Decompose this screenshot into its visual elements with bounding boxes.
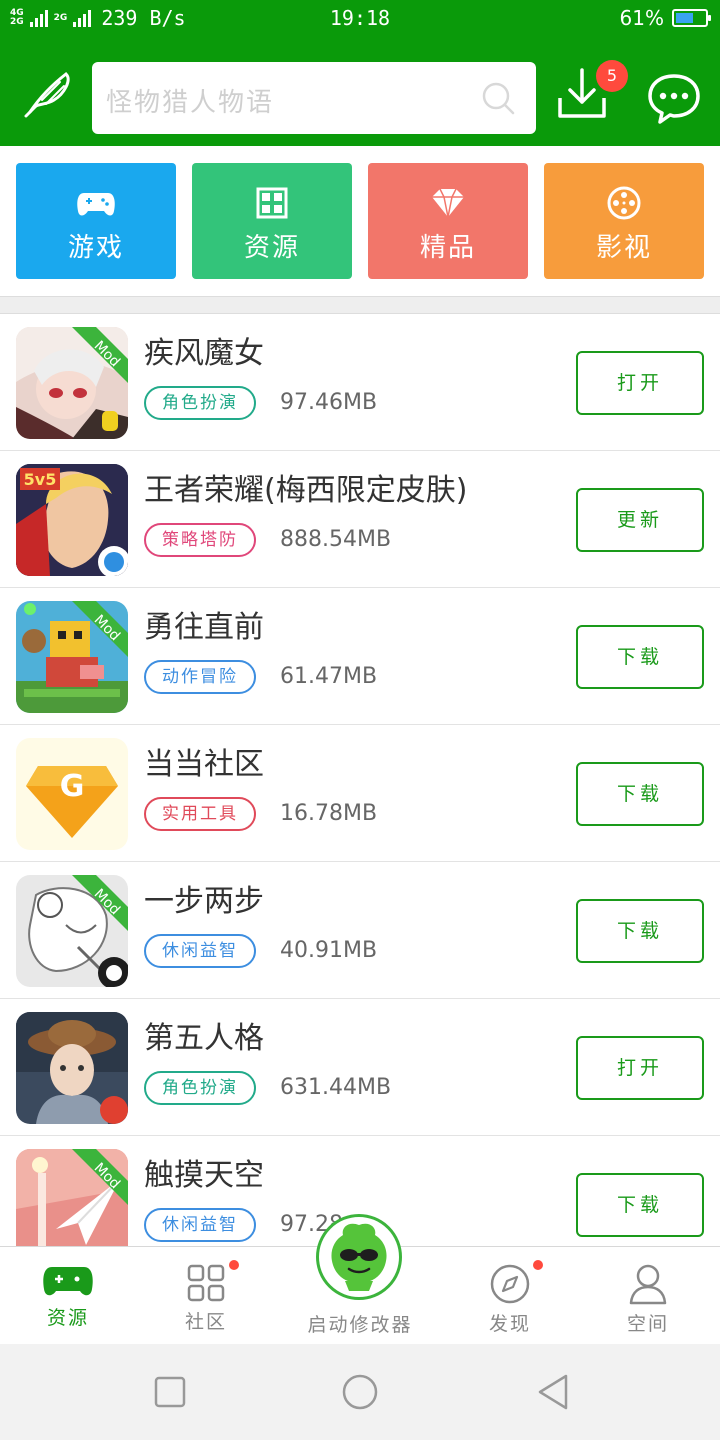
- home-circle-icon[interactable]: [340, 1372, 380, 1412]
- category-premium[interactable]: 精品: [368, 163, 528, 279]
- gamepad-icon: [77, 193, 115, 216]
- app-name: 第五人格: [144, 1021, 264, 1056]
- battery-level: [676, 13, 693, 23]
- download-button[interactable]: 下载: [576, 625, 704, 689]
- app-name: 勇往直前: [144, 610, 264, 645]
- search-placeholder[interactable]: 怪物猎人物语: [106, 82, 274, 119]
- category-tag: 休闲益智: [144, 934, 256, 968]
- battery-icon: [672, 9, 711, 27]
- nav-community[interactable]: 社区: [156, 1263, 256, 1339]
- app-name: 当当社区: [144, 747, 264, 782]
- recents-square-icon[interactable]: [150, 1372, 190, 1412]
- search-icon[interactable]: [480, 80, 516, 116]
- category-tag: 策略塔防: [144, 523, 256, 557]
- nav-resources[interactable]: 资源: [18, 1263, 118, 1339]
- battery-percent: 61%: [619, 6, 664, 30]
- section-divider: [0, 296, 720, 314]
- category-label: 精品: [419, 233, 476, 263]
- app-size: 97.46MB: [280, 390, 378, 415]
- category-games[interactable]: 游戏: [16, 163, 176, 279]
- gamepad-icon: [43, 1267, 93, 1296]
- list-item[interactable]: 5v5 王者荣耀(梅西限定皮肤) 策略塔防 888.54MB 更新: [0, 451, 720, 588]
- list-item[interactable]: 第五人格 角色扮演 631.44MB 打开: [0, 999, 720, 1136]
- svg-text:G: G: [60, 769, 85, 804]
- mod-ribbon: Mod: [72, 601, 128, 657]
- app-list[interactable]: 疾风魔女 角色扮演 97.46MB 打开 5v5 王者荣耀(梅西限定皮肤) 策略…: [0, 314, 720, 1246]
- nav-label: 资源: [46, 1307, 89, 1329]
- discover-notification-dot: [533, 1260, 543, 1270]
- clock: 19:18: [329, 6, 391, 30]
- list-item[interactable]: G 当当社区 实用工具 16.78MB 下载: [0, 725, 720, 862]
- grid-icon: [187, 1264, 225, 1302]
- category-resources[interactable]: 资源: [192, 163, 352, 279]
- update-button[interactable]: 更新: [576, 488, 704, 552]
- status-bar: 4G 2G 2G 239 B/s 19:18 61%: [0, 0, 720, 36]
- film-reel-icon: [607, 186, 641, 220]
- launch-modifier-label: 启动修改器: [307, 1314, 413, 1336]
- category-tag: 实用工具: [144, 797, 256, 831]
- category-label: 游戏: [67, 233, 124, 263]
- mod-ribbon: Mod: [72, 875, 128, 931]
- compass-icon: [490, 1264, 530, 1304]
- feather-logo-icon[interactable]: [20, 64, 76, 120]
- download-button[interactable]: 下载: [576, 762, 704, 826]
- app-size: 61.47MB: [280, 664, 378, 689]
- mod-ribbon: Mod: [72, 1149, 128, 1205]
- app-size: 40.91MB: [280, 938, 378, 963]
- open-button[interactable]: 打开: [576, 351, 704, 415]
- mascot-icon: [331, 1223, 387, 1291]
- download-button[interactable]: 下载: [576, 1173, 704, 1237]
- community-notification-dot: [229, 1260, 239, 1270]
- app-name: 疾风魔女: [144, 336, 264, 371]
- app-size: 888.54MB: [280, 527, 392, 552]
- category-label: 影视: [595, 233, 652, 263]
- app-size: 631.44MB: [280, 1075, 392, 1100]
- back-triangle-icon[interactable]: [534, 1372, 574, 1412]
- app-icon-honor-of-kings[interactable]: 5v5: [16, 464, 128, 576]
- nav-label: 社区: [184, 1311, 227, 1333]
- search-box[interactable]: 怪物猎人物语: [92, 62, 536, 134]
- download-button[interactable]: 下载: [576, 899, 704, 963]
- grid-icon: [256, 187, 288, 219]
- category-tag: 角色扮演: [144, 1071, 256, 1105]
- download-count-badge: 5: [596, 60, 628, 92]
- category-tag: 休闲益智: [144, 1208, 256, 1242]
- message-icon[interactable]: [646, 72, 702, 124]
- mod-ribbon: Mod: [72, 327, 128, 383]
- category-label: 资源: [243, 233, 300, 263]
- top-header: 怪物猎人物语 5: [0, 36, 720, 146]
- svg-text:5v5: 5v5: [24, 470, 57, 489]
- app-name: 一步两步: [144, 884, 264, 919]
- app-icon-dangdang[interactable]: G: [16, 738, 128, 850]
- nav-label: 发现: [488, 1313, 531, 1335]
- category-tag: 动作冒险: [144, 660, 256, 694]
- category-tag: 角色扮演: [144, 386, 256, 420]
- category-tiles: 游戏 资源 精品 影视: [0, 146, 720, 296]
- app-name: 王者荣耀(梅西限定皮肤): [144, 473, 468, 508]
- nav-label: 空间: [626, 1313, 669, 1335]
- nav-space[interactable]: 空间: [598, 1263, 698, 1339]
- app-size: 16.78MB: [280, 801, 378, 826]
- app-name: 触摸天空: [144, 1158, 264, 1193]
- status-right: 61%: [619, 6, 711, 30]
- category-video[interactable]: 影视: [544, 163, 704, 279]
- app-screen: 4G 2G 2G 239 B/s 19:18 61% 怪物猎人物语 5 游戏 资…: [0, 0, 720, 1440]
- user-icon: [629, 1264, 667, 1305]
- launch-modifier-button[interactable]: [316, 1214, 402, 1300]
- system-nav-bar: [0, 1344, 720, 1440]
- diamond-icon: [432, 188, 464, 218]
- open-button[interactable]: 打开: [576, 1036, 704, 1100]
- nav-discover[interactable]: 发现: [460, 1263, 560, 1339]
- app-icon-identity-v[interactable]: [16, 1012, 128, 1124]
